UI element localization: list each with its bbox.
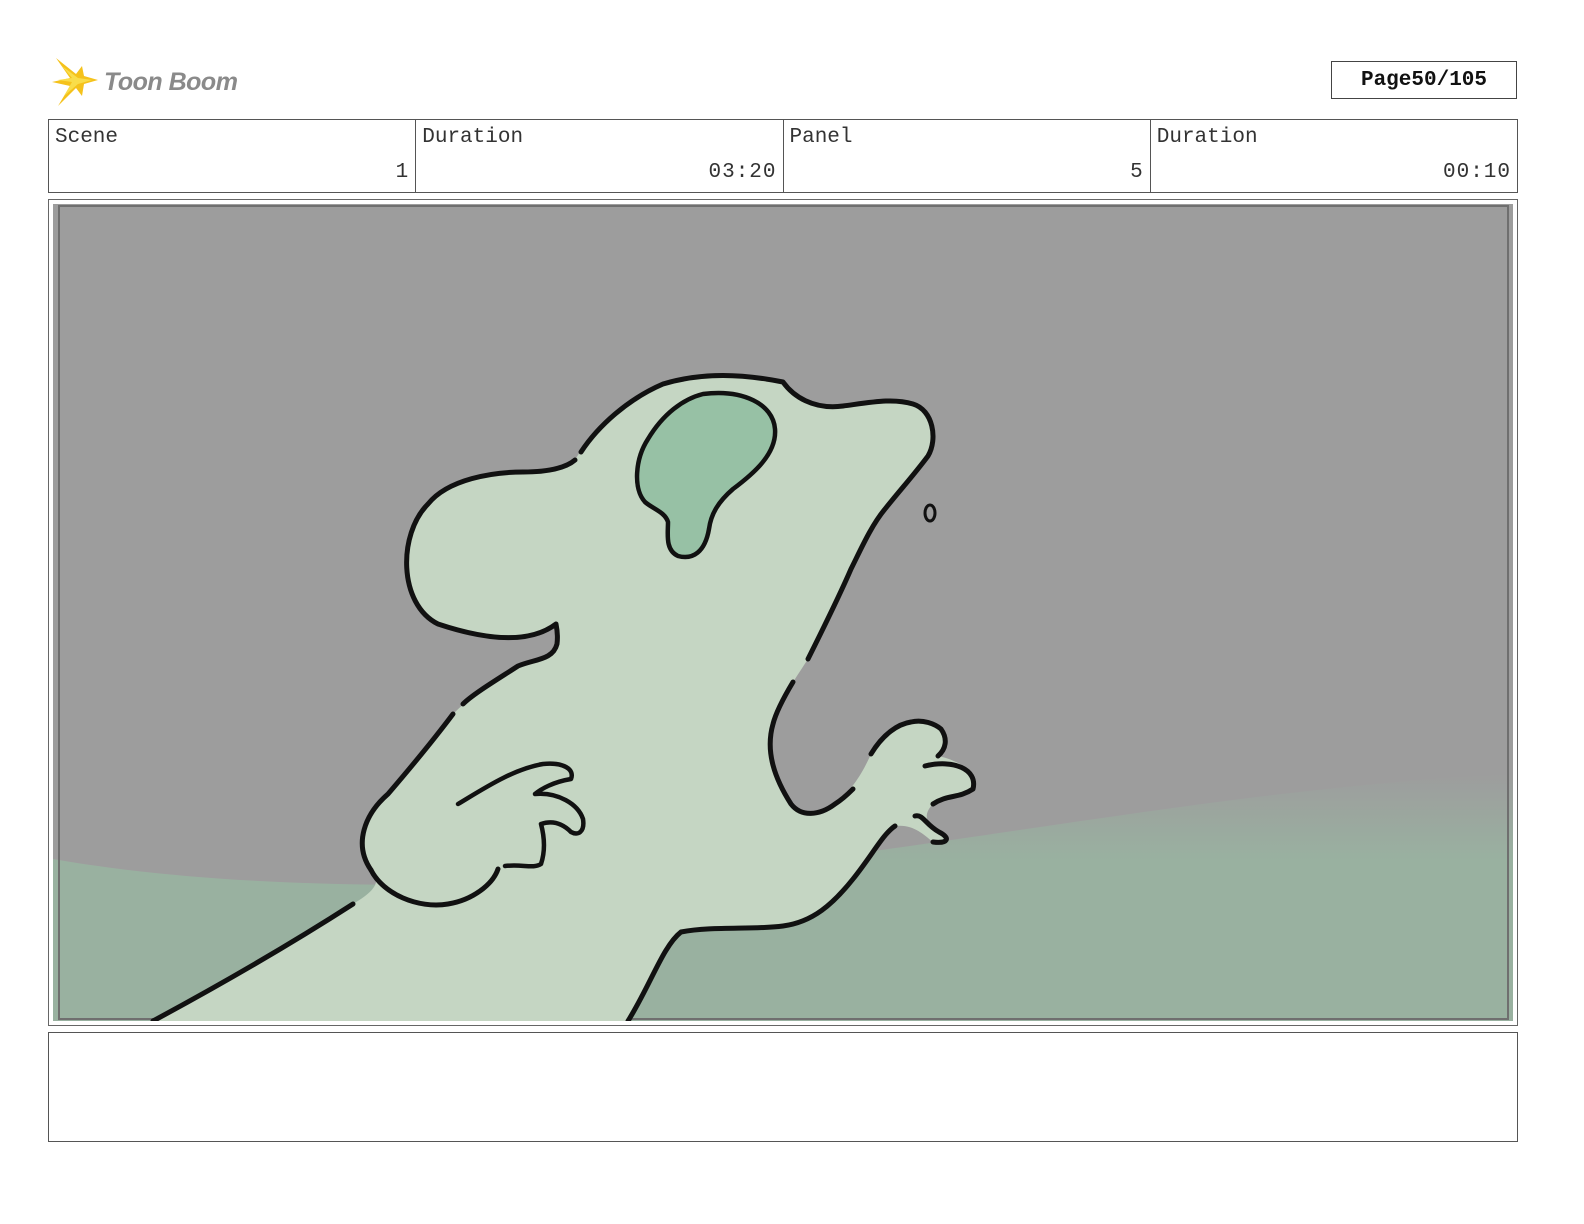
scene-label: Scene (55, 126, 119, 149)
notes-box (48, 1032, 1518, 1142)
scene-info-table: Scene 1 Duration 03:20 Panel 5 Duration … (48, 119, 1518, 193)
page-indicator: Page 50/105 (1331, 61, 1517, 99)
scene-cell: Scene 1 (49, 120, 417, 192)
panel-illustration (53, 204, 1513, 1021)
scene-duration-value: 03:20 (708, 161, 777, 184)
storyboard-panel-drawing (53, 204, 1513, 1021)
scene-duration-label: Duration (422, 126, 524, 149)
panel-duration-value: 00:10 (1442, 161, 1511, 184)
brand-name: Toon Boom (104, 67, 238, 96)
scene-duration-cell: Duration 03:20 (416, 120, 784, 192)
page-label: Page (1360, 68, 1412, 92)
panel-duration-label: Duration (1156, 126, 1258, 149)
panel-value: 5 (1130, 161, 1144, 184)
page-number: 50/105 (1411, 68, 1488, 92)
panel-cell: Panel 5 (784, 120, 1151, 192)
panel-duration-cell: Duration 00:10 (1151, 120, 1517, 192)
starburst-icon (52, 58, 98, 106)
scene-value: 1 (395, 161, 410, 184)
toon-boom-logo: Toon Boom (52, 56, 252, 108)
panel-label: Panel (789, 126, 853, 149)
storyboard-panel-frame (48, 199, 1518, 1026)
